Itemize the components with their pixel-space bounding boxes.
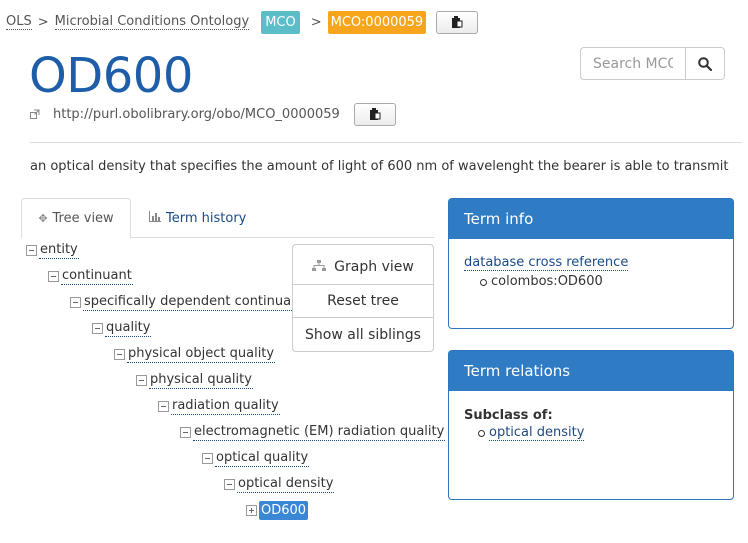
collapse-toggle-icon[interactable] — [180, 426, 191, 438]
term-info-title: Term info — [449, 199, 733, 239]
tree-node[interactable]: continuant — [48, 267, 133, 285]
tree-node-label[interactable]: optical density — [237, 475, 335, 493]
term-description: an optical density that specifies the am… — [30, 159, 729, 174]
tree-node-label[interactable]: specifically dependent continua — [83, 293, 293, 311]
term-iri[interactable]: http://purl.obolibrary.org/obo/MCO_00000… — [53, 107, 340, 122]
breadcrumb: OLS > Microbial Conditions Ontology MCO … — [6, 10, 479, 34]
view-tabs: ✥ Tree view Term history — [21, 198, 435, 239]
copy-iri-button[interactable] — [353, 103, 396, 126]
tree-node-label[interactable]: continuant — [61, 267, 133, 285]
move-icon: ✥ — [38, 212, 48, 225]
term-info-panel: Term info database cross reference colom… — [448, 198, 734, 329]
collapse-toggle-icon[interactable] — [48, 270, 59, 282]
tree-node-label[interactable]: radiation quality — [171, 397, 280, 415]
tree-node[interactable]: radiation quality — [158, 397, 280, 415]
subclass-link[interactable]: optical density — [489, 425, 585, 441]
subclass-list: optical density — [478, 425, 718, 441]
tree-node[interactable]: quality — [92, 319, 152, 337]
tree-node-label[interactable]: physical object quality — [127, 345, 276, 363]
tab-term-history[interactable]: Term history — [149, 198, 246, 238]
subclass-item: optical density — [478, 425, 718, 441]
bar-chart-icon — [149, 211, 161, 225]
tree-node-label-selected[interactable]: OD600 — [259, 500, 309, 520]
tab-tree-view[interactable]: ✥ Tree view — [21, 198, 131, 239]
collapse-toggle-icon[interactable] — [224, 478, 235, 490]
tree-node-label[interactable]: electromagnetic (EM) radiation quality — [193, 423, 446, 441]
term-iri-row: http://purl.obolibrary.org/obo/MCO_00000… — [30, 103, 396, 126]
show-all-siblings-button[interactable]: Show all siblings — [293, 318, 433, 351]
ontology-badge[interactable]: MCO — [261, 10, 300, 34]
collapse-toggle-icon[interactable] — [202, 452, 213, 464]
copy-id-button[interactable] — [436, 10, 479, 34]
subclass-of-heading: Subclass of: — [464, 408, 553, 423]
clipboard-icon — [369, 108, 381, 120]
external-link-icon[interactable] — [30, 109, 41, 120]
search-input[interactable] — [580, 47, 686, 80]
term-id-badge[interactable]: MCO:0000059 — [327, 10, 427, 34]
collapse-toggle-icon[interactable] — [158, 400, 169, 412]
term-relations-panel: Term relations Subclass of: optical dens… — [448, 350, 734, 500]
search-button[interactable] — [686, 47, 725, 80]
divider — [30, 142, 742, 143]
collapse-toggle-icon[interactable] — [92, 322, 103, 334]
collapse-toggle-icon[interactable] — [136, 374, 147, 386]
search-icon — [698, 56, 712, 71]
breadcrumb-separator: > — [37, 14, 49, 30]
term-relations-body: Subclass of: optical density — [449, 391, 733, 456]
tree-node-label[interactable]: optical quality — [215, 449, 310, 467]
tree-node[interactable]: specifically dependent continua — [70, 293, 293, 311]
collapse-toggle-icon[interactable] — [70, 296, 81, 308]
breadcrumb-ontology-link[interactable]: Microbial Conditions Ontology — [54, 14, 250, 30]
search-box — [580, 47, 725, 80]
tree-node-label[interactable]: entity — [39, 241, 79, 259]
breadcrumb-separator: > — [310, 14, 322, 30]
tree-node[interactable]: physical quality — [136, 371, 253, 389]
tree-actions: Graph view Reset tree Show all siblings — [292, 244, 434, 352]
collapse-toggle-icon[interactable] — [26, 244, 37, 256]
tree-node[interactable]: optical density — [224, 475, 335, 493]
xref-list: colombos:OD600 — [480, 274, 718, 289]
graph-view-button[interactable]: Graph view — [293, 245, 433, 285]
expand-toggle-icon[interactable] — [246, 504, 257, 516]
tab-tree-view-label: Tree view — [52, 211, 114, 226]
tree-node[interactable]: entity — [26, 241, 79, 259]
tree-node[interactable]: optical quality — [202, 449, 310, 467]
tree-node-label[interactable]: quality — [105, 319, 152, 337]
xref-item: colombos:OD600 — [480, 274, 718, 289]
tree-node[interactable]: physical object quality — [114, 345, 276, 363]
page-title: OD600 — [29, 48, 193, 104]
tab-term-history-label: Term history — [166, 210, 247, 226]
term-relations-title: Term relations — [449, 351, 733, 391]
collapse-toggle-icon[interactable] — [114, 348, 125, 360]
clipboard-icon — [452, 15, 463, 28]
tree-node[interactable]: electromagnetic (EM) radiation quality — [180, 423, 446, 441]
graph-view-label: Graph view — [334, 258, 414, 275]
reset-tree-button[interactable]: Reset tree — [293, 285, 433, 318]
tree-node-label[interactable]: physical quality — [149, 371, 253, 389]
tree-node-selected[interactable]: OD600 — [246, 500, 309, 520]
database-xref-link[interactable]: database cross reference — [464, 255, 629, 271]
term-info-body: database cross reference colombos:OD600 — [449, 239, 733, 305]
breadcrumb-ols-link[interactable]: OLS — [6, 14, 32, 30]
sitemap-icon — [312, 259, 327, 274]
